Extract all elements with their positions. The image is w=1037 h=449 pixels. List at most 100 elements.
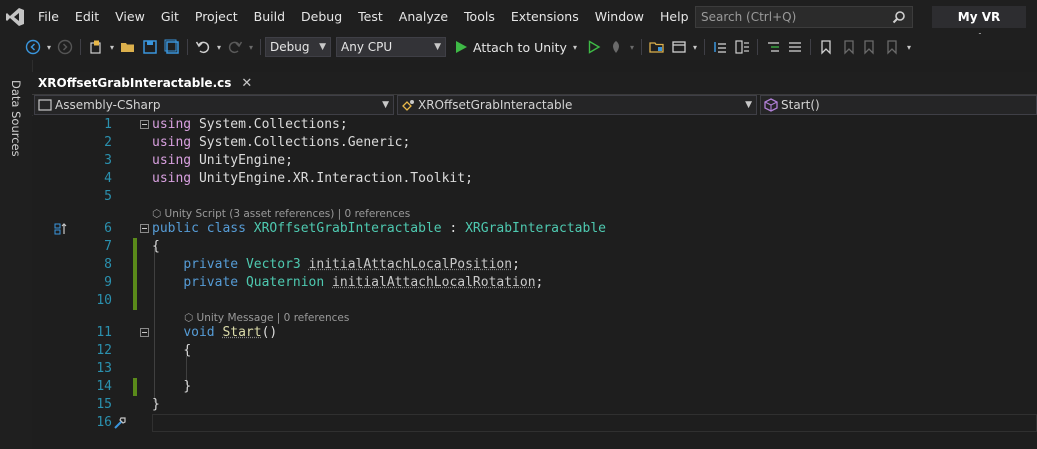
comment-lines-icon[interactable] <box>762 36 784 58</box>
open-folder-icon[interactable] <box>117 36 139 58</box>
data-sources-label: Data Sources <box>9 79 23 157</box>
menu-help[interactable]: Help <box>652 0 697 34</box>
toolbar-overflow-icon[interactable]: ▾ <box>903 36 915 58</box>
standard-toolbar: ▾ ▾ ▾ ▾ Debug ▼ Any CPU ▼ Attach to Unit… <box>0 34 1037 60</box>
code-line[interactable]: 11 void Start() <box>32 324 1037 342</box>
menu-test[interactable]: Test <box>350 0 391 34</box>
menu-git[interactable]: Git <box>153 0 187 34</box>
menu-extensions[interactable]: Extensions <box>503 0 587 34</box>
document-tab-label: XROffsetGrabInteractable.cs <box>38 76 232 90</box>
save-icon[interactable] <box>139 36 161 58</box>
document-tab[interactable]: XROffsetGrabInteractable.cs ✕ <box>32 72 259 94</box>
code-line[interactable]: 9 private Quaternion initialAttachLocalR… <box>32 274 1037 292</box>
close-icon[interactable]: ✕ <box>241 76 252 91</box>
project-name-badge[interactable]: My VR Project <box>932 6 1026 46</box>
new-project-icon[interactable] <box>85 36 107 58</box>
undo-icon[interactable] <box>192 36 214 58</box>
code-line[interactable]: 2 using System.Collections.Generic; <box>32 134 1037 152</box>
code-line[interactable]: 10 <box>32 292 1037 310</box>
hot-reload-icon[interactable] <box>605 36 627 58</box>
code-line[interactable]: 7 { <box>32 238 1037 256</box>
menu-tools[interactable]: Tools <box>456 0 503 34</box>
attach-to-unity-button[interactable]: Attach to Unity ▾ <box>454 36 577 58</box>
line-number: 10 <box>96 293 112 308</box>
data-sources-tab[interactable]: Data Sources <box>4 68 28 168</box>
menu-window[interactable]: Window <box>587 0 652 34</box>
dropdown-arrow-icon[interactable]: ▾ <box>627 36 637 58</box>
menu-project[interactable]: Project <box>187 0 246 34</box>
change-indicator <box>133 292 137 310</box>
code-line[interactable]: 4 using UnityEngine.XR.Interaction.Toolk… <box>32 170 1037 188</box>
dropdown-arrow-icon[interactable]: ▾ <box>690 36 700 58</box>
line-number: 7 <box>104 239 112 254</box>
attach-to-unity-label: Attach to Unity <box>473 39 567 55</box>
code-line[interactable]: 1 using System.Collections; <box>32 116 1037 134</box>
menu-debug[interactable]: Debug <box>293 0 350 34</box>
project-dropdown[interactable]: Assembly-CSharp ▼ <box>34 95 394 115</box>
code-line[interactable]: 13 <box>32 360 1037 378</box>
toolbar-separator <box>80 39 81 55</box>
code-editor[interactable]: 1 using System.Collections; 2 using Syst… <box>32 116 1037 449</box>
clear-bookmarks-icon[interactable] <box>881 36 903 58</box>
change-indicator <box>133 274 137 292</box>
code-text: public class XROffsetGrabInteractable : … <box>152 221 606 236</box>
folder-view-icon[interactable] <box>646 36 668 58</box>
dropdown-arrow-icon[interactable]: ▾ <box>214 36 224 58</box>
uncomment-lines-icon[interactable] <box>784 36 806 58</box>
code-text: private Quaternion initialAttachLocalRot… <box>183 275 544 290</box>
toolbar-separator <box>756 39 758 55</box>
menu-analyze[interactable]: Analyze <box>391 0 456 34</box>
code-line[interactable]: 5 <box>32 188 1037 206</box>
step-into-icon[interactable] <box>709 36 731 58</box>
code-text: using System.Collections; <box>152 117 348 132</box>
code-text: using UnityEngine.XR.Interaction.Toolkit… <box>152 171 473 186</box>
type-dropdown[interactable]: XROffsetGrabInteractable ▼ <box>397 95 757 115</box>
next-bookmark-icon[interactable] <box>859 36 881 58</box>
code-line[interactable]: 14 } <box>32 378 1037 396</box>
dropdown-arrow-icon[interactable]: ▾ <box>44 36 54 58</box>
code-text: { <box>183 343 192 358</box>
search-input[interactable]: Search (Ctrl+Q) <box>695 6 913 28</box>
line-number: 1 <box>104 117 112 132</box>
window-layout-icon[interactable] <box>668 36 690 58</box>
side-tool-rail: Data Sources <box>0 60 33 449</box>
toolbar-separator <box>703 39 705 55</box>
menu-bar: File Edit View Git Project Build Debug T… <box>0 0 1037 46</box>
solution-configuration-dropdown[interactable]: Debug ▼ <box>265 37 331 57</box>
quick-actions-screwdriver-icon[interactable] <box>112 415 128 437</box>
play-icon <box>456 41 467 53</box>
menu-view[interactable]: View <box>107 0 153 34</box>
bookmark-icon[interactable] <box>815 36 837 58</box>
code-line[interactable]: 16 <box>32 414 1037 432</box>
navigate-forward-icon[interactable] <box>54 36 76 58</box>
visual-studio-logo-icon[interactable] <box>0 0 30 34</box>
previous-bookmark-icon[interactable] <box>837 36 859 58</box>
code-line[interactable]: 3 using UnityEngine; <box>32 152 1037 170</box>
member-dropdown[interactable]: Start() <box>760 95 1037 115</box>
code-line[interactable]: 6 public class XROffsetGrabInteractable … <box>32 220 1037 238</box>
code-line[interactable]: 12 { <box>32 342 1037 360</box>
toolbar-separator <box>260 39 261 55</box>
menu-edit[interactable]: Edit <box>67 0 107 34</box>
toolbar-separator <box>809 39 811 55</box>
code-line[interactable]: 8 private Vector3 initialAttachLocalPosi… <box>32 256 1037 274</box>
collapse-icon[interactable] <box>140 328 149 337</box>
collapse-icon[interactable] <box>140 120 149 129</box>
code-line[interactable]: 15 } <box>32 396 1037 414</box>
navigate-back-icon[interactable] <box>22 36 44 58</box>
collapse-icon[interactable] <box>140 224 149 233</box>
line-number: 5 <box>104 189 112 204</box>
type-dropdown-value: XROffsetGrabInteractable <box>418 98 573 112</box>
save-all-icon[interactable] <box>161 36 183 58</box>
line-number: 3 <box>104 153 112 168</box>
solution-platform-dropdown[interactable]: Any CPU ▼ <box>336 37 446 57</box>
menu-build[interactable]: Build <box>246 0 293 34</box>
search-icon <box>892 10 906 30</box>
start-without-debugging-icon[interactable] <box>583 36 605 58</box>
menu-file[interactable]: File <box>30 0 67 34</box>
step-over-icon[interactable] <box>731 36 753 58</box>
dropdown-arrow-icon[interactable]: ▾ <box>246 36 256 58</box>
toolbar-separator <box>640 39 642 55</box>
redo-icon[interactable] <box>224 36 246 58</box>
dropdown-arrow-icon[interactable]: ▾ <box>107 36 117 58</box>
